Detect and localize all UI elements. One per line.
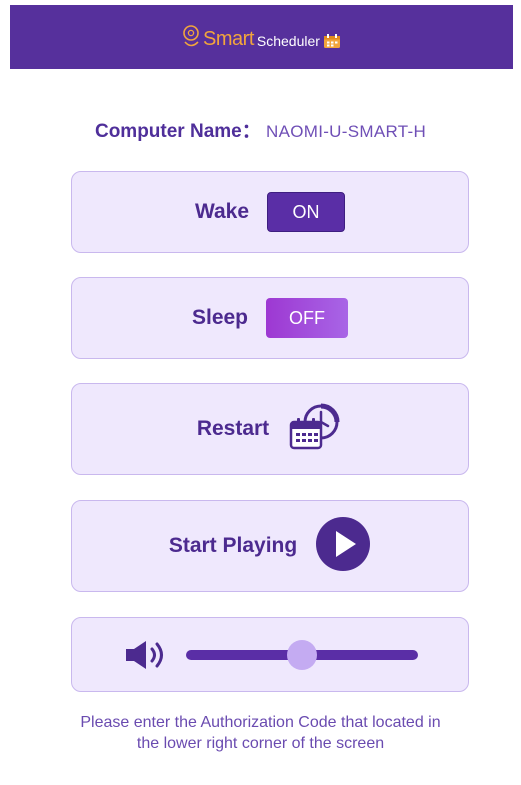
smart-logo-icon bbox=[183, 25, 199, 47]
volume-slider[interactable] bbox=[186, 639, 418, 670]
start-playing-label: Start Playing bbox=[168, 534, 298, 557]
app-header: Smart Scheduler bbox=[10, 5, 513, 69]
start-playing-button[interactable]: Start Playing bbox=[71, 500, 469, 592]
sleep-toggle-button[interactable]: OFF bbox=[266, 298, 349, 338]
sleep-card: Sleep OFF bbox=[71, 277, 469, 359]
restart-label: Restart bbox=[196, 417, 270, 440]
logo-scheduler-text: Scheduler bbox=[256, 33, 320, 49]
volume-slider-thumb[interactable] bbox=[287, 639, 317, 670]
app-screen: Smart Scheduler Computer Name： NAOMI-U-S… bbox=[0, 0, 521, 785]
play-circle-icon bbox=[315, 516, 371, 577]
calendar-clock-icon bbox=[287, 402, 343, 457]
logo-smart-text: Smart bbox=[203, 28, 254, 50]
authorization-note: Please enter the Authorization Code that… bbox=[80, 714, 441, 752]
wake-card: Wake ON bbox=[71, 171, 469, 253]
sleep-label: Sleep bbox=[191, 306, 249, 329]
computer-name-value: NAOMI-U-SMART-H bbox=[266, 122, 427, 141]
restart-button[interactable]: Restart bbox=[71, 383, 469, 475]
volume-control bbox=[72, 639, 468, 671]
computer-name-line: Computer Name： NAOMI-U-SMART-H bbox=[0, 116, 521, 143]
app-logo: Smart Scheduler bbox=[182, 25, 341, 49]
speaker-icon[interactable] bbox=[124, 639, 168, 671]
computer-name-label: Computer Name： bbox=[94, 121, 261, 142]
calendar-logo-icon bbox=[323, 34, 340, 48]
wake-toggle-button[interactable]: ON bbox=[267, 192, 346, 232]
wake-label: Wake bbox=[194, 200, 250, 223]
volume-card bbox=[71, 617, 469, 692]
